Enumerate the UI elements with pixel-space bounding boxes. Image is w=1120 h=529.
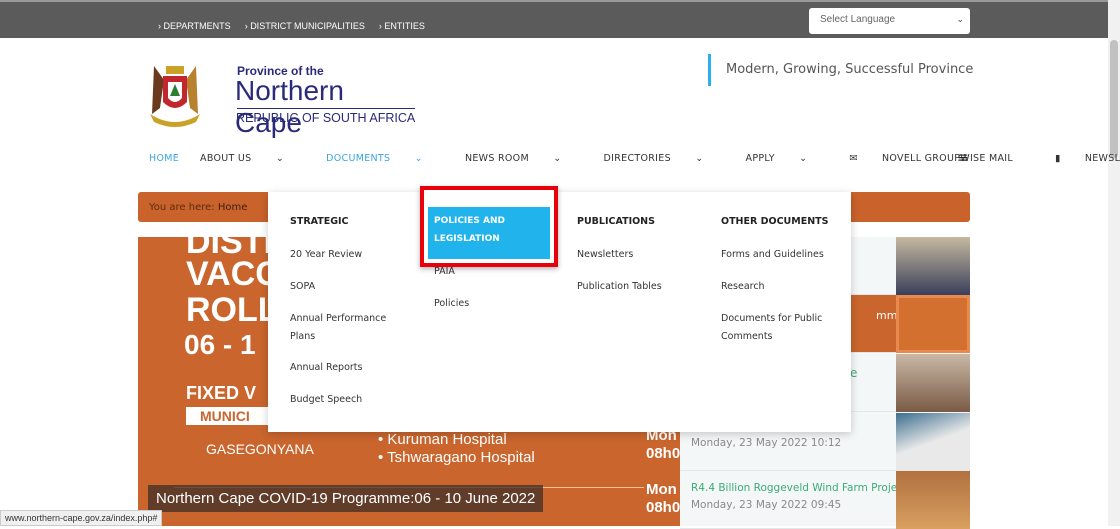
- banner-text: 08h0: [646, 445, 680, 462]
- site-logo[interactable]: Province of the Northern Cape REPUBLIC O…: [146, 58, 418, 138]
- envelope-icon: ✉: [849, 153, 858, 164]
- news-title: R4.4 Billion Roggeveld Wind Farm Project…: [691, 482, 918, 494]
- nav-label: ABOUT US: [200, 153, 252, 164]
- banner-text: ROLL: [186, 291, 279, 329]
- menu-heading-strategic[interactable]: STRATEGIC: [290, 216, 349, 227]
- chevron-down-icon: ⌄: [695, 153, 704, 164]
- logo-divider: [237, 108, 415, 109]
- file-icon: ▮: [1054, 153, 1061, 164]
- language-select-value: Select Language: [820, 14, 896, 25]
- nav-news-room[interactable]: NEWS ROOM ⌄: [465, 153, 583, 164]
- news-title: e: [850, 366, 858, 380]
- news-thumbnail: [896, 295, 970, 353]
- banner-caption: Northern Cape COVID-19 Programme:06 - 10…: [148, 485, 544, 512]
- news-thumbnail: [896, 471, 970, 529]
- menu-item-policies[interactable]: Policies: [434, 295, 469, 313]
- nav-documents[interactable]: DOCUMENTS ⌄: [326, 153, 444, 164]
- menu-heading-publications[interactable]: PUBLICATIONS: [577, 216, 655, 227]
- nav-label: DIRECTORIES: [603, 153, 671, 164]
- news-thumbnail: [896, 354, 970, 412]
- nav-home[interactable]: HOME: [149, 153, 179, 164]
- banner-text: Mon: [646, 481, 677, 498]
- menu-item-annual-performance-plans[interactable]: Annual Performance Plans: [290, 310, 400, 346]
- scrollbar-thumb[interactable]: [1110, 40, 1118, 158]
- menu-item-20-year-review[interactable]: 20 Year Review: [290, 246, 362, 264]
- banner-text: 06 - 1: [184, 329, 256, 360]
- list-item[interactable]: R4.4 Billion Roggeveld Wind Farm Project…: [680, 471, 970, 529]
- toplink-label: DEPARTMENTS: [163, 21, 231, 31]
- status-bar-url: www.northern-cape.gov.za/index.php#: [0, 510, 163, 526]
- documents-dropdown-menu: STRATEGIC 20 Year Review SOPA Annual Per…: [268, 192, 851, 432]
- menu-item-publication-tables[interactable]: Publication Tables: [577, 278, 662, 296]
- menu-item-budget-speech[interactable]: Budget Speech: [290, 391, 362, 409]
- toplink-label: ENTITIES: [384, 21, 425, 31]
- nav-novell-groupwise-mail[interactable]: ✉ NOVELL GROUPWISE MAIL: [849, 153, 1034, 164]
- menu-heading-other-documents[interactable]: OTHER DOCUMENTS: [721, 216, 828, 227]
- chevron-down-icon: ⌄: [275, 153, 285, 164]
- nav-apply[interactable]: APPLY ⌄: [746, 153, 829, 164]
- chevron-down-icon: ⌄: [956, 14, 964, 24]
- toplink-departments[interactable]: › DEPARTMENTS: [158, 21, 231, 31]
- banner-text: Kuruman Hospital: [387, 431, 507, 448]
- nav-directories[interactable]: DIRECTORIES ⌄: [604, 153, 725, 164]
- breadcrumb-home[interactable]: Home: [218, 202, 248, 213]
- main-nav: HOME ABOUT US ⌄ DOCUMENTS ⌄ NEWS ROOM ⌄ …: [149, 153, 1120, 164]
- nav-label: NOVELL GROUPWISE MAIL: [882, 153, 1013, 164]
- news-date: Monday, 23 May 2022 10:12: [691, 437, 842, 449]
- nav-about-us[interactable]: ABOUT US ⌄: [200, 153, 305, 164]
- banner-text: GASEGONYANA: [206, 441, 314, 457]
- nav-label: DOCUMENTS: [326, 153, 391, 164]
- nav-label: NEWSLETTERS: [1084, 153, 1120, 164]
- coat-of-arms-icon: [150, 66, 200, 127]
- breadcrumb-prefix: You are here:: [149, 202, 215, 213]
- logo-line-3: REPUBLIC OF SOUTH AFRICA: [236, 111, 416, 125]
- menu-item-forms-and-guidelines[interactable]: Forms and Guidelines: [721, 246, 824, 264]
- menu-item-newsletters[interactable]: Newsletters: [577, 246, 633, 264]
- chevron-down-icon: ⌄: [414, 153, 423, 164]
- top-bar: › DEPARTMENTS › DISTRICT MUNICIPALITIES …: [0, 0, 1108, 38]
- hamburger-menu-icon[interactable]: ≡: [957, 151, 970, 165]
- nav-label: APPLY: [745, 153, 775, 164]
- menu-item-documents-for-public-comments[interactable]: Documents for Public Comments: [721, 310, 836, 346]
- toplink-district-municipalities[interactable]: › DISTRICT MUNICIPALITIES: [245, 21, 365, 31]
- banner-text: Tshwaragano Hospital: [387, 449, 535, 466]
- menu-item-research[interactable]: Research: [721, 278, 765, 296]
- menu-heading-policies-and-legislation[interactable]: POLICIES AND LEGISLATION: [428, 207, 550, 259]
- news-thumbnail: [896, 413, 970, 471]
- nav-label: NEWS ROOM: [464, 153, 529, 164]
- banner-text: FIXED V: [186, 383, 257, 403]
- menu-item-annual-reports[interactable]: Annual Reports: [290, 359, 362, 377]
- language-select[interactable]: Select Language ⌄: [809, 8, 970, 34]
- banner-text: 08h0: [646, 499, 680, 516]
- highlighted-menu-item-policies-and-legislation[interactable]: POLICIES AND LEGISLATION: [420, 186, 558, 267]
- menu-item-sopa[interactable]: SOPA: [290, 278, 315, 296]
- banner-text: • Kuruman Hospital: [378, 431, 507, 448]
- banner-text: VACC: [186, 255, 280, 293]
- logo-line-2: Northern Cape: [235, 75, 344, 138]
- tagline: Modern, Growing, Successful Province: [708, 54, 973, 86]
- news-date: Monday, 23 May 2022 09:45: [691, 499, 842, 511]
- toplink-entities[interactable]: › ENTITIES: [379, 21, 425, 31]
- chevron-down-icon: ⌄: [799, 153, 808, 164]
- nav-newsletters[interactable]: ▮ NEWSLETTERS: [1055, 153, 1120, 164]
- chevron-down-icon: ⌄: [553, 153, 562, 164]
- banner-text: • Tshwaragano Hospital: [378, 449, 535, 466]
- scrollbar[interactable]: [1108, 0, 1120, 526]
- news-thumbnail: [896, 237, 970, 295]
- toplink-label: DISTRICT MUNICIPALITIES: [250, 21, 365, 31]
